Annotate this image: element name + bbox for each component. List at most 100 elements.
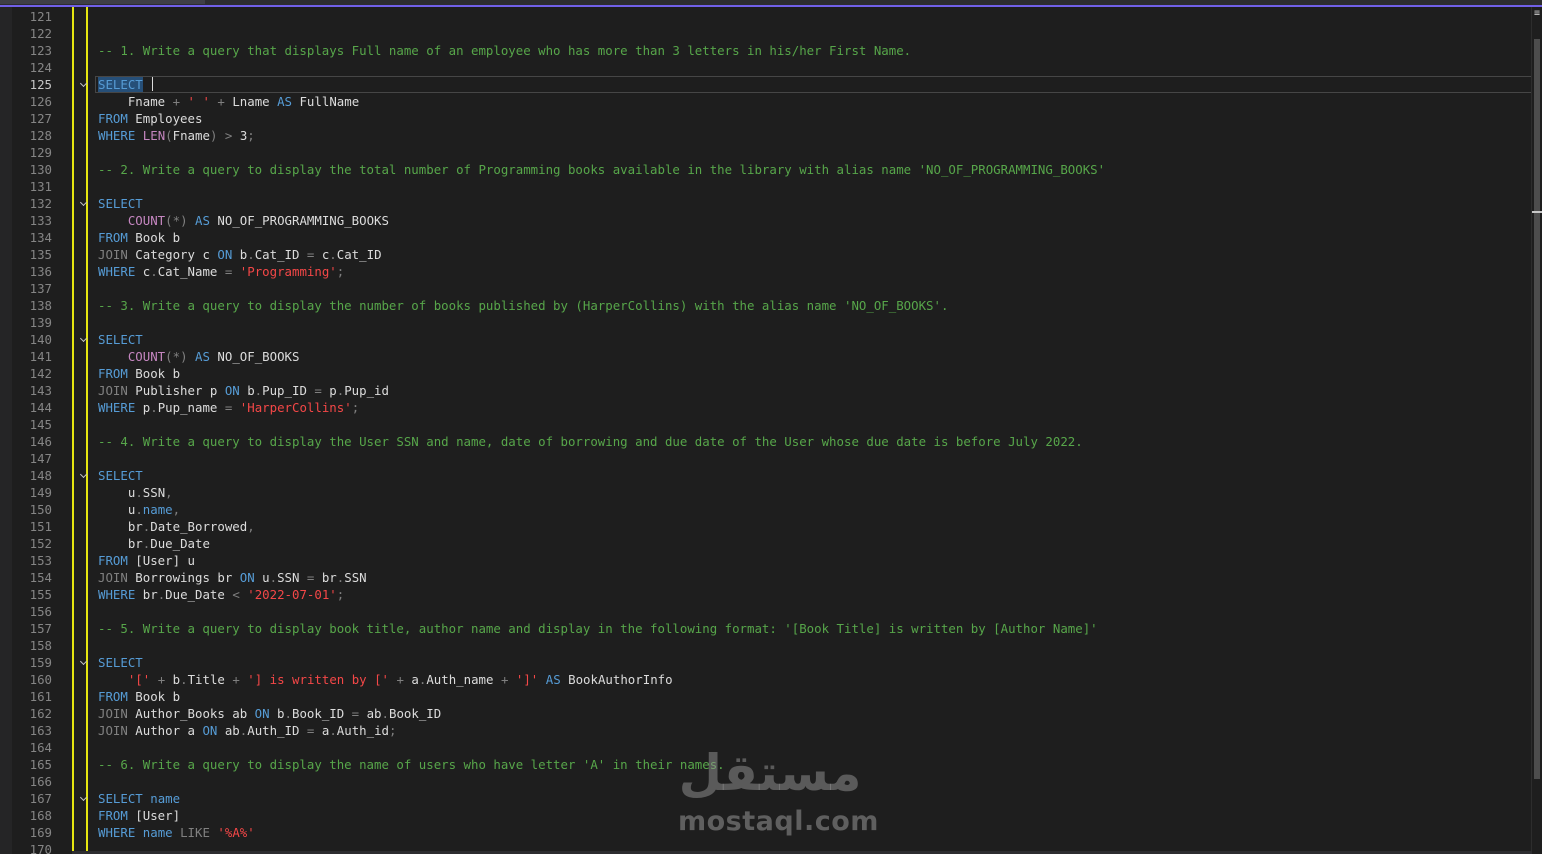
code-token: ; (351, 400, 360, 415)
code-line[interactable]: 150 u.name, (0, 501, 1532, 518)
split-editor-icon[interactable]: ≡ (1532, 8, 1542, 20)
code-line[interactable]: 139 (0, 314, 1532, 331)
code-line[interactable]: 155 WHERE br.Due_Date < '2022-07-01'; (0, 586, 1532, 603)
code-line[interactable]: 121 (0, 8, 1532, 25)
code-text: -- 2. Write a query to display the total… (98, 161, 1105, 178)
document-tab-active[interactable] (0, 0, 205, 4)
code-line[interactable]: 162 JOIN Author_Books ab ON b.Book_ID = a… (0, 705, 1532, 722)
code-line[interactable]: 134 FROM Book b (0, 229, 1532, 246)
code-line[interactable]: 141 COUNT(*) AS NO_OF_BOOKS (0, 348, 1532, 365)
code-line[interactable]: 151 br.Date_Borrowed, (0, 518, 1532, 535)
code-token: Due_Date (150, 536, 210, 551)
code-line[interactable]: 145 (0, 416, 1532, 433)
code-line[interactable]: 157 -- 5. Write a query to display book t… (0, 620, 1532, 637)
line-number: 165 (29, 757, 52, 772)
code-line[interactable]: 130 -- 2. Write a query to display the to… (0, 161, 1532, 178)
code-line[interactable]: 160 '[' + b.Title + '] is written by [' … (0, 671, 1532, 688)
code-line[interactable]: 148 SELECT (0, 467, 1532, 484)
code-token: , (165, 485, 173, 500)
code-line[interactable]: 129 (0, 144, 1532, 161)
code-token: a (403, 672, 419, 687)
code-line[interactable]: 124 (0, 59, 1532, 76)
chevron-down-icon[interactable] (79, 790, 89, 807)
code-text: JOIN Author a ON ab.Auth_ID = a.Auth_id; (98, 722, 396, 739)
code-line[interactable]: 154 JOIN Borrowings br ON u.SSN = br.SSN (0, 569, 1532, 586)
line-number: 168 (29, 808, 52, 823)
code-line[interactable]: 161 FROM Book b (0, 688, 1532, 705)
code-token: (*) (165, 213, 188, 228)
code-line[interactable]: 158 (0, 637, 1532, 654)
code-line[interactable]: 159 SELECT (0, 654, 1532, 671)
code-line[interactable]: 140 SELECT (0, 331, 1532, 348)
line-number: 145 (29, 417, 52, 432)
code-line[interactable]: 132 SELECT (0, 195, 1532, 212)
code-line[interactable]: 166 (0, 773, 1532, 790)
chevron-down-icon[interactable] (79, 331, 89, 348)
code-line[interactable]: 146 -- 4. Write a query to display the Us… (0, 433, 1532, 450)
document-tab[interactable] (207, 0, 417, 4)
code-line[interactable]: 122 (0, 25, 1532, 42)
code-line[interactable]: 133 COUNT(*) AS NO_OF_PROGRAMMING_BOOKS (0, 212, 1532, 229)
code-token: WHERE (98, 128, 136, 143)
code-line[interactable]: 138 -- 3. Write a query to display the nu… (0, 297, 1532, 314)
scrollbar-thumb[interactable] (1534, 39, 1540, 779)
code-line[interactable]: 131 (0, 178, 1532, 195)
chevron-down-icon[interactable] (79, 195, 89, 212)
code-line[interactable]: 137 (0, 280, 1532, 297)
code-line[interactable]: 123 -- 1. Write a query that displays Ful… (0, 42, 1532, 59)
code-text: WHERE LEN(Fname) > 3; (98, 127, 255, 144)
code-text: FROM Book b (98, 229, 180, 246)
code-token: NO_OF_PROGRAMMING_BOOKS (209, 213, 389, 228)
code-line[interactable]: 169 WHERE name LIKE '%A%' (0, 824, 1532, 841)
code-token: a (314, 723, 330, 738)
line-number: 146 (29, 434, 52, 449)
code-line[interactable]: 144 WHERE p.Pup_name = 'HarperCollins'; (0, 399, 1532, 416)
code-text: SELECT (98, 654, 143, 671)
chevron-down-icon[interactable] (79, 467, 89, 484)
chevron-down-icon[interactable] (79, 76, 89, 93)
document-tab[interactable] (419, 0, 629, 4)
code-token: Auth_name (426, 672, 501, 687)
code-editor[interactable]: 121 122 123 -- 1. Write a query that displa… (0, 7, 1532, 854)
code-line[interactable]: 153 FROM [User] u (0, 552, 1532, 569)
code-token: Auth_id (336, 723, 389, 738)
code-line[interactable]: 126 Fname + ' ' + Lname AS FullName (0, 93, 1532, 110)
code-line[interactable]: 127 FROM Employees (0, 110, 1532, 127)
code-line[interactable]: 149 u.SSN, (0, 484, 1532, 501)
line-number: 166 (29, 774, 52, 789)
vertical-scrollbar[interactable] (1531, 7, 1542, 854)
code-line[interactable]: 147 (0, 450, 1532, 467)
code-line[interactable]: 165 -- 6. Write a query to display the na… (0, 756, 1532, 773)
code-token: Publisher p (127, 383, 225, 398)
code-token: -- 3. Write a query to display the numbe… (98, 298, 949, 313)
code-line[interactable]: 135 JOIN Category c ON b.Cat_ID = c.Cat_I… (0, 246, 1532, 263)
code-token: ']' (515, 672, 539, 687)
code-line[interactable]: 168 FROM [User] (0, 807, 1532, 824)
code-line[interactable]: 136 WHERE c.Cat_Name = 'Programming'; (0, 263, 1532, 280)
line-number: 131 (29, 179, 52, 194)
line-number: 134 (29, 230, 52, 245)
code-token: ( (165, 128, 173, 143)
code-token: + (217, 94, 225, 109)
code-line[interactable]: 156 (0, 603, 1532, 620)
code-line[interactable]: 167 SELECT name (0, 790, 1532, 807)
code-line[interactable]: 152 br.Due_Date (0, 535, 1532, 552)
code-text: br.Date_Borrowed, (98, 518, 255, 535)
code-line[interactable]: 143 JOIN Publisher p ON b.Pup_ID = p.Pup_… (0, 382, 1532, 399)
code-line[interactable]: 164 (0, 739, 1532, 756)
code-text: SELECT (98, 195, 143, 212)
code-token: Cat_ID (254, 247, 307, 262)
line-number: 121 (29, 9, 52, 24)
code-token: WHERE (98, 400, 136, 415)
code-line[interactable]: 142 FROM Book b (0, 365, 1532, 382)
code-token: , (247, 519, 255, 534)
line-number: 150 (29, 502, 52, 517)
code-line[interactable]: 125 SELECT (0, 76, 1532, 93)
code-line[interactable]: 128 WHERE LEN(Fname) > 3; (0, 127, 1532, 144)
chevron-down-icon[interactable] (79, 654, 89, 671)
code-token: ; (389, 723, 397, 738)
code-line[interactable]: 163 JOIN Author a ON ab.Auth_ID = a.Auth_… (0, 722, 1532, 739)
